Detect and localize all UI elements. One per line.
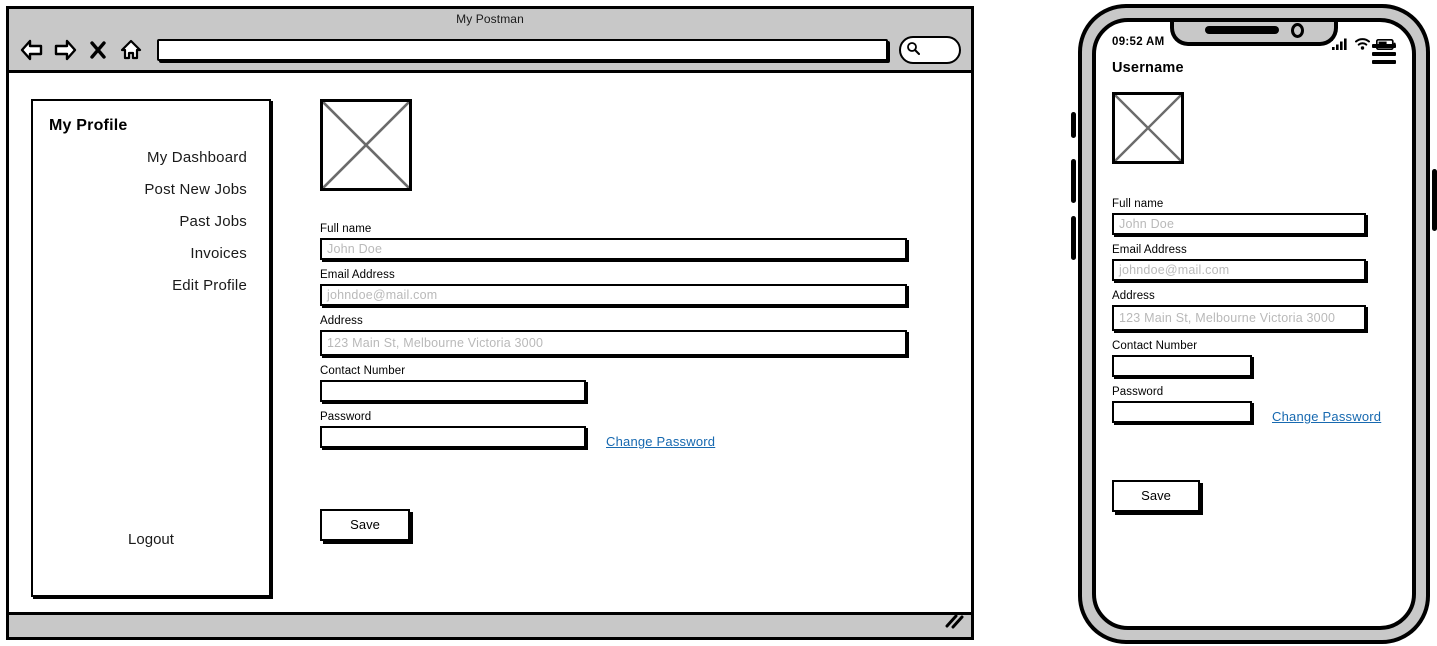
phone-avatar-placeholder[interactable] [1112,92,1184,164]
close-x-icon[interactable] [85,37,111,63]
sidebar-item-edit-profile[interactable]: Edit Profile [172,277,247,294]
phone-input-password[interactable] [1112,401,1252,423]
phone-label-full-name: Full name [1112,198,1164,210]
status-time: 09:52 AM [1112,36,1165,48]
phone-header: Username [1112,44,1396,76]
label-password: Password [320,411,372,423]
image-placeholder-icon [323,102,409,188]
resize-grip-icon[interactable] [943,613,965,634]
front-camera-icon [1290,22,1304,38]
phone-input-full-name[interactable]: John Doe [1112,213,1366,235]
browser-window: My Postman My Profile My Dashboard Post … [6,6,974,640]
phone-change-password-link[interactable]: Change Password [1272,409,1381,424]
forward-arrow-icon[interactable] [52,37,78,63]
phone-label-address: Address [1112,290,1155,302]
phone-volume-down-button[interactable] [1071,216,1076,260]
sidebar-item-invoices[interactable]: Invoices [190,245,247,262]
phone-screen-bezel: 09:52 AM Username Full name John Doe Ema… [1092,18,1416,630]
input-email-address[interactable]: johndoe@mail.com [320,284,907,306]
input-full-name[interactable]: John Doe [320,238,907,260]
phone-input-email-address[interactable]: johndoe@mail.com [1112,259,1366,281]
input-address[interactable]: 123 Main St, Melbourne Victoria 3000 [320,330,907,356]
change-password-link[interactable]: Change Password [606,434,715,449]
label-address: Address [320,315,363,327]
sidebar-title: My Profile [49,117,128,134]
phone-label-password: Password [1112,386,1164,398]
browser-statusbar [9,612,971,637]
label-email-address: Email Address [320,269,395,281]
input-contact-number[interactable] [320,380,586,402]
label-full-name: Full name [320,223,372,235]
phone-input-contact-number[interactable] [1112,355,1252,377]
browser-search-box[interactable] [899,36,961,64]
save-button[interactable]: Save [320,509,410,541]
phone-form-fields: Full name John Doe Email Address johndoe… [1112,198,1396,512]
phone-label-email-address: Email Address [1112,244,1187,256]
sidebar-item-logout[interactable]: Logout [33,531,269,548]
phone-save-button[interactable]: Save [1112,480,1200,512]
back-arrow-icon[interactable] [19,37,45,63]
hamburger-menu-icon[interactable] [1372,44,1396,64]
browser-toolbar [9,29,971,71]
phone-input-address[interactable]: 123 Main St, Melbourne Victoria 3000 [1112,305,1366,331]
magnifier-icon [906,41,920,60]
phone-silence-switch[interactable] [1071,112,1076,138]
profile-avatar-placeholder[interactable] [320,99,412,191]
phone-password-row: Change Password [1112,401,1396,432]
image-placeholder-icon [1115,95,1181,161]
phone-mockup: 09:52 AM Username Full name John Doe Ema… [1071,4,1437,644]
form-fields: Full name John Doe Email Address johndoe… [320,223,940,541]
sidebar-item-past-jobs[interactable]: Past Jobs [179,213,247,230]
label-contact-number: Contact Number [320,365,406,377]
phone-label-contact-number: Contact Number [1112,340,1198,352]
phone-power-button[interactable] [1432,169,1437,231]
sidebar-item-my-dashboard[interactable]: My Dashboard [147,149,247,166]
phone-username-title: Username [1112,60,1184,76]
password-row: Change Password [320,426,940,457]
browser-chrome: My Postman [9,9,971,73]
home-icon[interactable] [118,37,144,63]
phone-screen: 09:52 AM Username Full name John Doe Ema… [1096,22,1412,626]
signal-bars-icon [1332,37,1349,55]
profile-form: Full name John Doe Email Address johndoe… [320,99,940,541]
sidebar-item-post-new-jobs[interactable]: Post New Jobs [144,181,247,198]
earpiece-speaker-icon [1204,26,1279,34]
sidebar-nav: My Dashboard Post New Jobs Past Jobs Inv… [33,149,269,294]
phone-notch [1170,22,1338,46]
browser-content-area: My Profile My Dashboard Post New Jobs Pa… [9,73,971,612]
browser-title: My Postman [456,12,524,26]
sidebar: My Profile My Dashboard Post New Jobs Pa… [31,99,271,597]
wifi-icon [1355,37,1370,55]
address-bar[interactable] [157,39,888,61]
input-password[interactable] [320,426,586,448]
phone-volume-up-button[interactable] [1071,159,1076,203]
